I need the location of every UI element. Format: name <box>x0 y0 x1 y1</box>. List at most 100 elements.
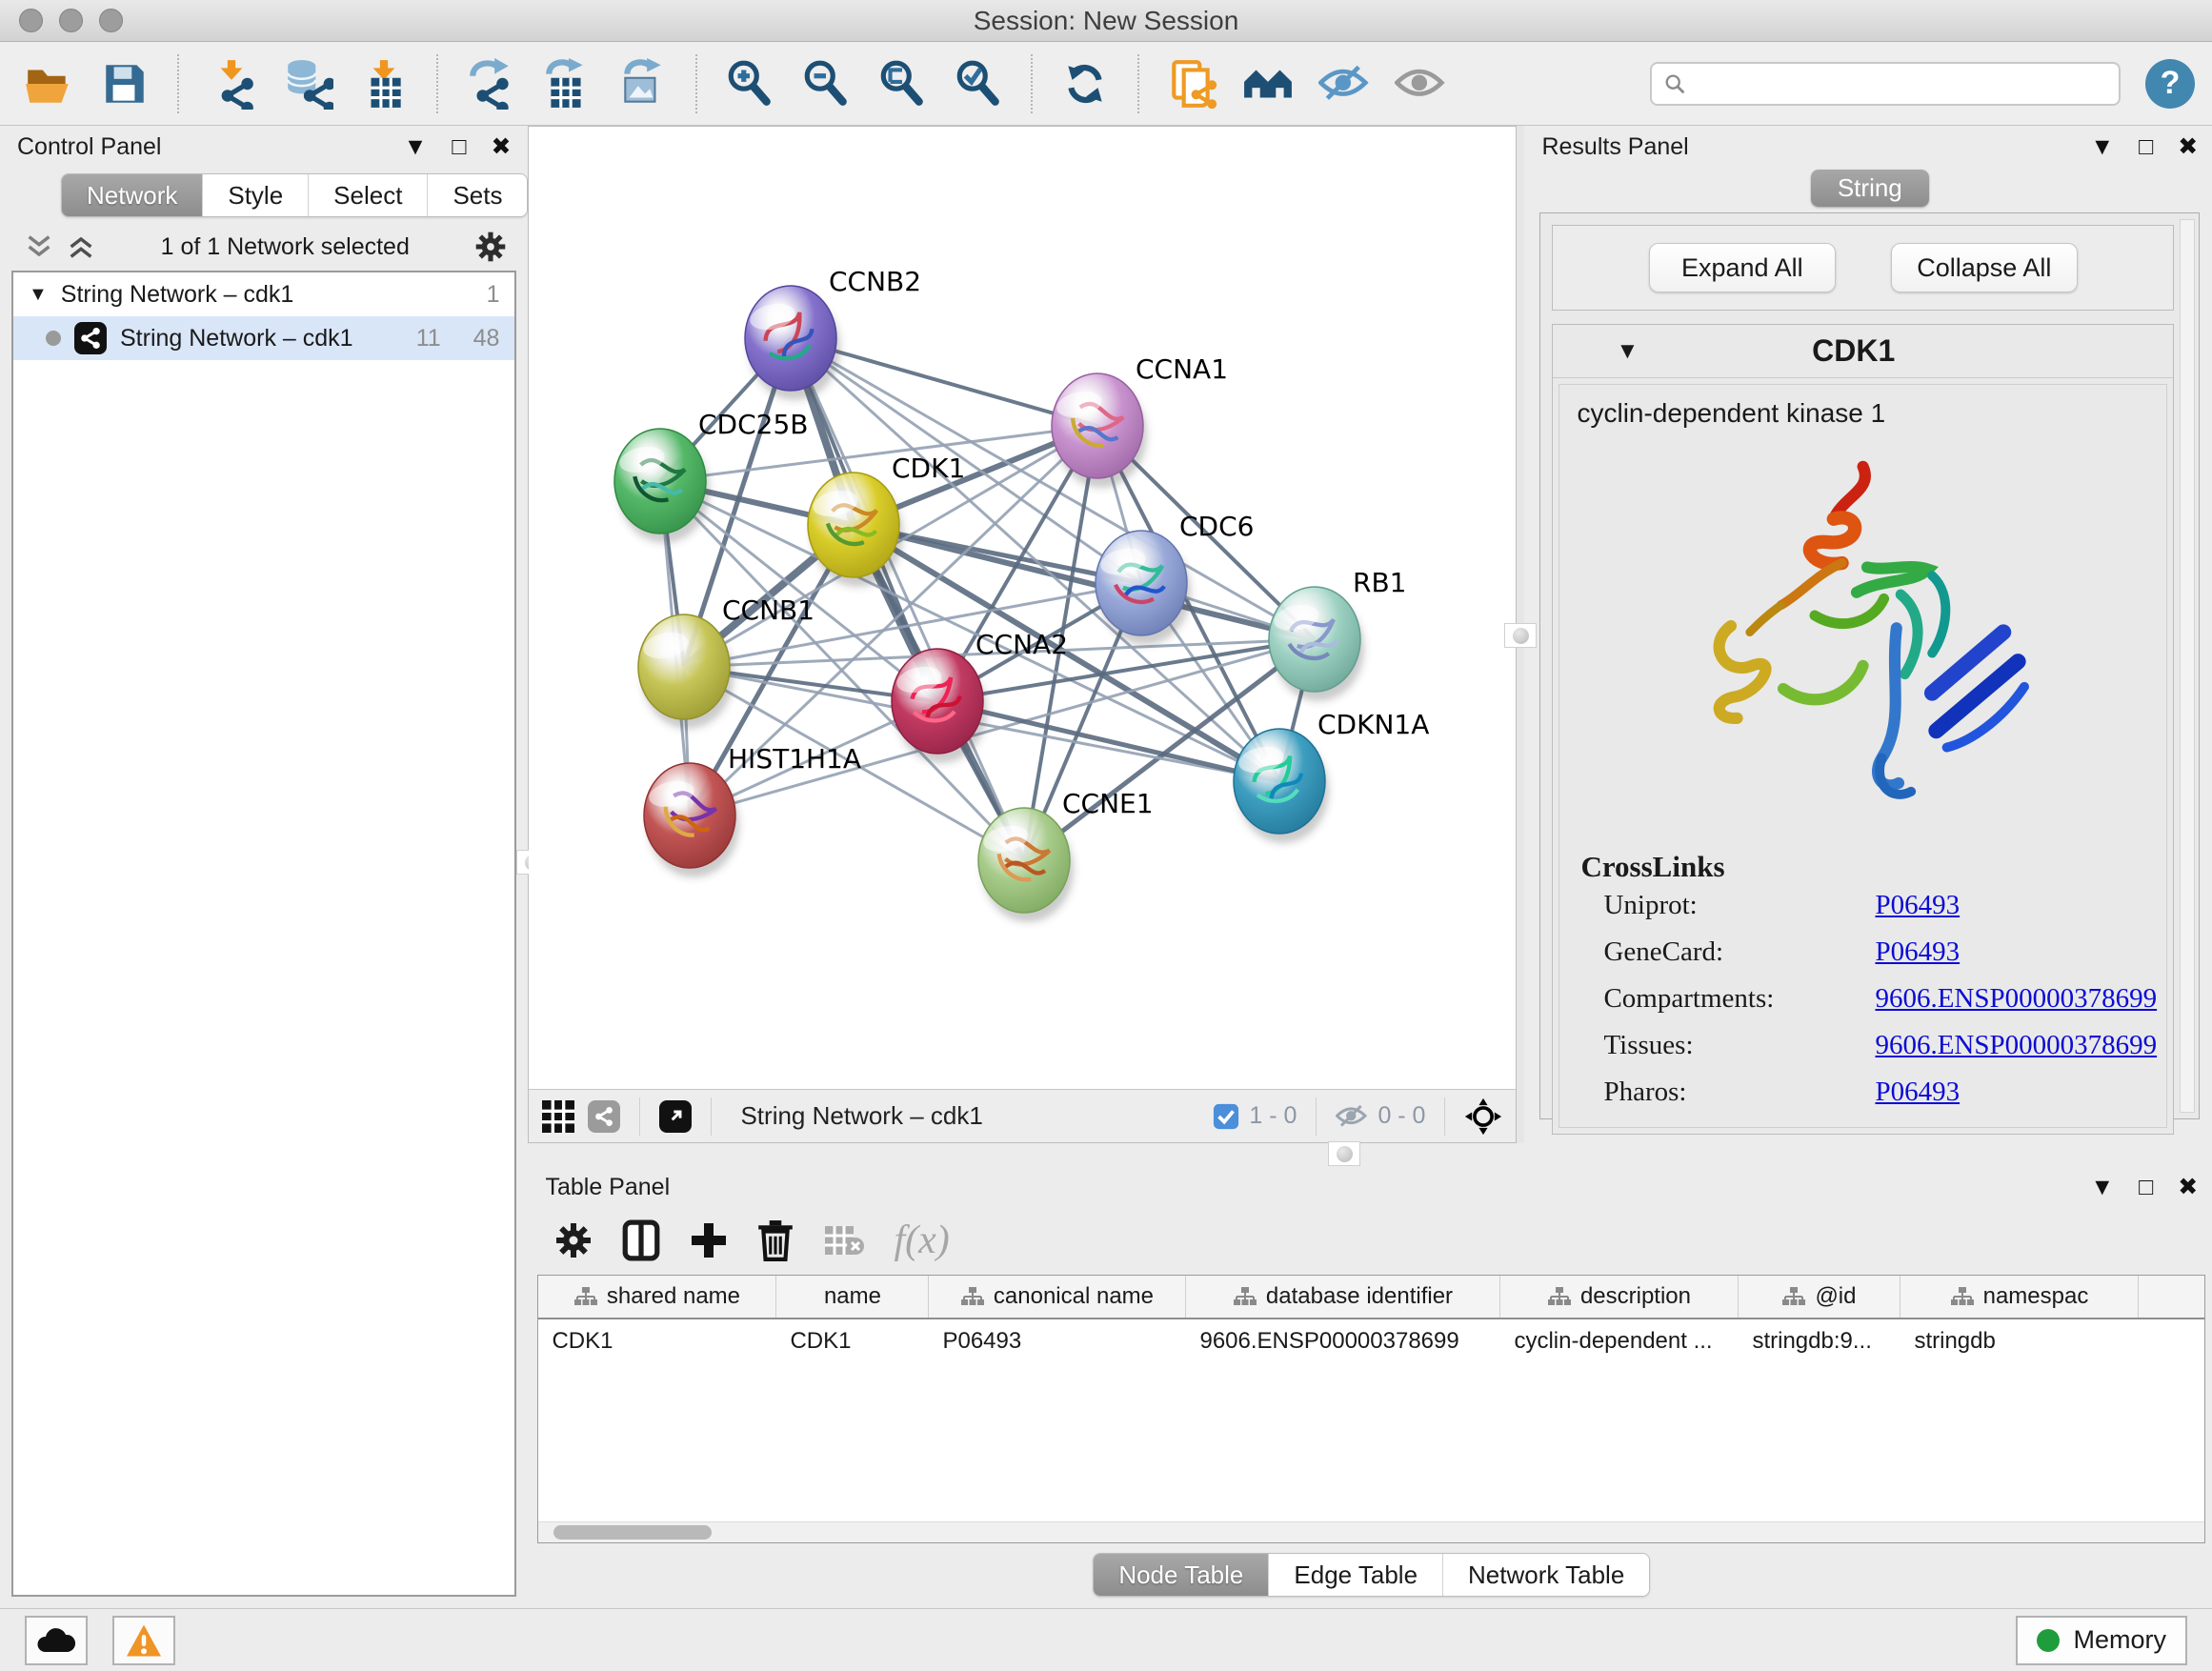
memory-button[interactable]: Memory <box>2016 1616 2187 1665</box>
network-node-CDC6[interactable]: CDC6 <box>1096 511 1254 645</box>
tab-edge-table[interactable]: Edge Table <box>1268 1554 1442 1596</box>
network-node-label-CCNA2: CCNA2 <box>975 629 1068 660</box>
table-cell[interactable]: 9606.ENSP00000378699 <box>1186 1328 1500 1355</box>
close-panel-icon[interactable]: ✖ <box>2178 135 2198 159</box>
open-session-button[interactable] <box>17 52 80 115</box>
horizontal-splitter-handle[interactable] <box>1328 1141 1360 1166</box>
network-share-icon[interactable] <box>588 1100 620 1133</box>
crosslink-link[interactable]: P06493 <box>1875 936 2157 968</box>
network-collection-row[interactable]: ▼ String Network – cdk1 1 <box>13 272 514 316</box>
grid-view-icon[interactable] <box>542 1100 574 1133</box>
export-network-button[interactable] <box>459 52 522 115</box>
tab-network-table[interactable]: Network Table <box>1442 1554 1649 1596</box>
column-header[interactable]: namespac <box>1900 1276 2139 1318</box>
network-edge[interactable] <box>937 701 1279 781</box>
network-node-CDKN1A[interactable]: CDKN1A <box>1234 709 1429 843</box>
close-panel-icon[interactable]: ✖ <box>2178 1176 2198 1199</box>
table-horizontal-scrollbar[interactable] <box>538 1521 2204 1542</box>
zoom-out-button[interactable] <box>794 52 857 115</box>
export-image-button[interactable] <box>612 52 674 115</box>
zoom-selected-button[interactable] <box>947 52 1010 115</box>
change-species-button[interactable] <box>1237 52 1299 115</box>
network-edge[interactable] <box>791 338 1024 860</box>
selected-checkbox-icon[interactable] <box>1213 1103 1239 1130</box>
create-column-plus-icon[interactable] <box>690 1221 728 1259</box>
selected-node-edge-counts: 1 - 0 <box>1249 1102 1297 1130</box>
tab-sets[interactable]: Sets <box>427 174 527 216</box>
tab-select[interactable]: Select <box>308 174 427 216</box>
network-node-HIST1H1A[interactable]: HIST1H1A <box>644 743 861 877</box>
detach-view-icon[interactable] <box>659 1100 692 1133</box>
show-columns-icon[interactable] <box>621 1219 661 1261</box>
maximize-panel-icon[interactable]: □ <box>2139 1176 2153 1199</box>
gene-collapse-caret-icon[interactable]: ▼ <box>1616 338 1639 365</box>
network-node-RB1[interactable]: RB1 <box>1269 567 1406 701</box>
table-row[interactable]: CDK1CDK1P064939606.ENSP00000378699cyclin… <box>538 1319 2204 1363</box>
right-splitter-handle[interactable] <box>1504 623 1537 648</box>
column-header[interactable]: canonical name <box>929 1276 1186 1318</box>
string-network-badge-icon <box>74 322 107 354</box>
close-panel-icon[interactable]: ✖ <box>492 135 512 159</box>
network-node-CCNE1[interactable]: CCNE1 <box>978 788 1154 922</box>
collapse-all-icon[interactable] <box>25 232 53 261</box>
network-node-CCNB2[interactable]: CCNB2 <box>745 266 921 400</box>
import-table-file-button[interactable] <box>352 52 415 115</box>
hide-unhide-button[interactable] <box>1313 52 1376 115</box>
results-scrollbar[interactable] <box>2180 219 2195 1113</box>
table-cell[interactable]: cyclin-dependent ... <box>1500 1328 1739 1355</box>
zoom-fit-button[interactable] <box>871 52 934 115</box>
network-canvas[interactable]: CCNB2CCNA1CDC25BCDK1CDC6RB1CCNB1CCNA2CDK… <box>529 127 1516 1089</box>
string-protein-query-button[interactable] <box>1160 52 1223 115</box>
tab-network[interactable]: Network <box>62 174 202 216</box>
maximize-panel-icon[interactable]: □ <box>2139 135 2153 159</box>
gear-icon[interactable] <box>474 231 507 263</box>
float-panel-icon[interactable]: ▼ <box>2090 135 2114 159</box>
crosslink-link[interactable]: P06493 <box>1875 1077 2157 1108</box>
help-button[interactable]: ? <box>2145 59 2195 109</box>
import-network-file-button[interactable] <box>200 52 263 115</box>
crosslink-link[interactable]: 9606.ENSP00000378699 <box>1875 983 2157 1015</box>
import-network-database-button[interactable] <box>276 52 339 115</box>
show-graphics-details-button[interactable] <box>1389 52 1452 115</box>
maximize-panel-icon[interactable]: □ <box>452 135 466 159</box>
cloud-status-button[interactable] <box>25 1616 88 1665</box>
column-header[interactable]: database identifier <box>1186 1276 1500 1318</box>
toolbar-search-field[interactable] <box>1650 62 2121 106</box>
hidden-eye-slash-icon[interactable] <box>1336 1104 1368 1129</box>
table-cell[interactable]: CDK1 <box>538 1328 776 1355</box>
collapse-all-button[interactable]: Collapse All <box>1891 243 2078 292</box>
results-tab-string[interactable]: String <box>1811 170 1929 207</box>
refresh-view-button[interactable] <box>1054 52 1116 115</box>
table-cell[interactable]: stringdb <box>1900 1328 2139 1355</box>
float-panel-icon[interactable]: ▼ <box>404 135 428 159</box>
right-splitter[interactable] <box>1517 126 1524 1143</box>
tree-expand-caret-icon[interactable]: ▼ <box>29 284 48 306</box>
table-cell[interactable]: P06493 <box>929 1328 1186 1355</box>
network-node-label-HIST1H1A: HIST1H1A <box>728 743 861 775</box>
scrollbar-thumb[interactable] <box>553 1525 712 1540</box>
column-header[interactable]: shared name <box>538 1276 776 1318</box>
zoom-in-button[interactable] <box>718 52 781 115</box>
table-gear-icon[interactable] <box>554 1221 593 1259</box>
expand-all-button[interactable]: Expand All <box>1649 243 1836 292</box>
tab-node-table[interactable]: Node Table <box>1094 1554 1268 1596</box>
export-table-button[interactable] <box>535 52 598 115</box>
crosslink-link[interactable]: P06493 <box>1875 890 2157 921</box>
delete-column-trash-icon[interactable] <box>756 1219 794 1261</box>
network-row-selected[interactable]: String Network – cdk1 11 48 <box>13 316 514 360</box>
expand-all-icon[interactable] <box>67 232 95 261</box>
table-cell[interactable]: CDK1 <box>776 1328 929 1355</box>
search-input[interactable] <box>1694 70 2107 97</box>
column-header[interactable]: name <box>776 1276 929 1318</box>
tab-style[interactable]: Style <box>202 174 308 216</box>
float-panel-icon[interactable]: ▼ <box>2090 1176 2114 1199</box>
horizontal-splitter[interactable] <box>528 1143 2212 1166</box>
table-cell[interactable]: stringdb:9... <box>1739 1328 1900 1355</box>
warnings-button[interactable] <box>112 1616 175 1665</box>
column-header[interactable]: @id <box>1739 1276 1900 1318</box>
column-header[interactable]: description <box>1500 1276 1739 1318</box>
save-session-button[interactable] <box>93 52 156 115</box>
birds-eye-view-icon[interactable] <box>1464 1097 1502 1136</box>
network-node-CDK1[interactable]: CDK1 <box>808 453 965 587</box>
crosslink-link[interactable]: 9606.ENSP00000378699 <box>1875 1030 2157 1061</box>
